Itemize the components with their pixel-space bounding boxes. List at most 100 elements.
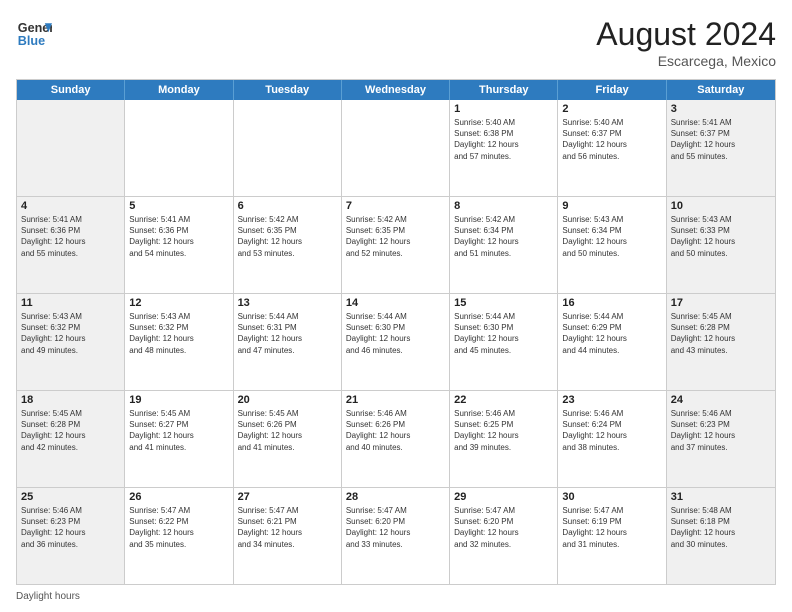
cell-info: Sunrise: 5:43 AM Sunset: 6:33 PM Dayligh… <box>671 214 771 259</box>
day-of-week-header: Monday <box>125 80 233 100</box>
cell-info: Sunrise: 5:44 AM Sunset: 6:30 PM Dayligh… <box>346 311 445 356</box>
calendar: SundayMondayTuesdayWednesdayThursdayFrid… <box>16 79 776 585</box>
cell-info: Sunrise: 5:42 AM Sunset: 6:35 PM Dayligh… <box>238 214 337 259</box>
calendar-week-row: 1 Sunrise: 5:40 AM Sunset: 6:38 PM Daylig… <box>17 100 775 196</box>
day-number: 3 <box>671 103 771 115</box>
cell-info: Sunrise: 5:46 AM Sunset: 6:23 PM Dayligh… <box>21 505 120 550</box>
calendar-cell: 22Sunrise: 5:46 AM Sunset: 6:25 PM Dayli… <box>450 391 558 487</box>
calendar-cell: 8 Sunrise: 5:42 AM Sunset: 6:34 PM Daylig… <box>450 197 558 293</box>
day-number: 18 <box>21 394 120 406</box>
calendar-week-row: 25Sunrise: 5:46 AM Sunset: 6:23 PM Dayli… <box>17 487 775 584</box>
calendar-cell: 17Sunrise: 5:45 AM Sunset: 6:28 PM Dayli… <box>667 294 775 390</box>
cell-info: Sunrise: 5:41 AM Sunset: 6:37 PM Dayligh… <box>671 117 771 162</box>
calendar-cell: 30 Sunrise: 5:47 AM Sunset: 6:19 PM Dayli… <box>558 488 666 584</box>
day-number: 28 <box>346 491 445 503</box>
calendar-cell: 19 Sunrise: 5:45 AM Sunset: 6:27 PM Dayli… <box>125 391 233 487</box>
cell-info: Sunrise: 5:48 AM Sunset: 6:18 PM Dayligh… <box>671 505 771 550</box>
calendar-cell <box>342 100 450 196</box>
cell-info: Sunrise: 5:40 AM Sunset: 6:37 PM Dayligh… <box>562 117 661 162</box>
cell-info: Sunrise: 5:46 AM Sunset: 6:26 PM Dayligh… <box>346 408 445 453</box>
day-number: 26 <box>129 491 228 503</box>
calendar-cell: 12Sunrise: 5:43 AM Sunset: 6:32 PM Dayli… <box>125 294 233 390</box>
day-number: 14 <box>346 297 445 309</box>
day-of-week-header: Friday <box>558 80 666 100</box>
cell-info: Sunrise: 5:45 AM Sunset: 6:26 PM Dayligh… <box>238 408 337 453</box>
cell-info: Sunrise: 5:43 AM Sunset: 6:34 PM Dayligh… <box>562 214 661 259</box>
cell-info: Sunrise: 5:42 AM Sunset: 6:34 PM Dayligh… <box>454 214 553 259</box>
cell-info: Sunrise: 5:44 AM Sunset: 6:30 PM Dayligh… <box>454 311 553 356</box>
calendar-cell: 3 Sunrise: 5:41 AM Sunset: 6:37 PM Daylig… <box>667 100 775 196</box>
day-number: 21 <box>346 394 445 406</box>
cell-info: Sunrise: 5:47 AM Sunset: 6:20 PM Dayligh… <box>346 505 445 550</box>
calendar-cell: 15 Sunrise: 5:44 AM Sunset: 6:30 PM Dayli… <box>450 294 558 390</box>
day-number: 30 <box>562 491 661 503</box>
day-number: 5 <box>129 200 228 212</box>
day-number: 20 <box>238 394 337 406</box>
cell-info: Sunrise: 5:42 AM Sunset: 6:35 PM Dayligh… <box>346 214 445 259</box>
cell-info: Sunrise: 5:47 AM Sunset: 6:19 PM Dayligh… <box>562 505 661 550</box>
day-number: 8 <box>454 200 553 212</box>
cell-info: Sunrise: 5:47 AM Sunset: 6:20 PM Dayligh… <box>454 505 553 550</box>
calendar-week-row: 11Sunrise: 5:43 AM Sunset: 6:32 PM Dayli… <box>17 293 775 390</box>
calendar-cell: 11Sunrise: 5:43 AM Sunset: 6:32 PM Dayli… <box>17 294 125 390</box>
calendar-cell: 2 Sunrise: 5:40 AM Sunset: 6:37 PM Daylig… <box>558 100 666 196</box>
day-number: 1 <box>454 103 553 115</box>
calendar-cell: 6 Sunrise: 5:42 AM Sunset: 6:35 PM Daylig… <box>234 197 342 293</box>
day-number: 4 <box>21 200 120 212</box>
calendar-cell: 14 Sunrise: 5:44 AM Sunset: 6:30 PM Dayli… <box>342 294 450 390</box>
calendar-cell: 23Sunrise: 5:46 AM Sunset: 6:24 PM Dayli… <box>558 391 666 487</box>
day-number: 12 <box>129 297 228 309</box>
page: General Blue August 2024 Escarcega, Mexi… <box>0 0 792 612</box>
cell-info: Sunrise: 5:41 AM Sunset: 6:36 PM Dayligh… <box>129 214 228 259</box>
calendar-body: 1 Sunrise: 5:40 AM Sunset: 6:38 PM Daylig… <box>17 100 775 584</box>
calendar-cell: 25Sunrise: 5:46 AM Sunset: 6:23 PM Dayli… <box>17 488 125 584</box>
calendar-cell: 18Sunrise: 5:45 AM Sunset: 6:28 PM Dayli… <box>17 391 125 487</box>
calendar-cell: 4 Sunrise: 5:41 AM Sunset: 6:36 PM Daylig… <box>17 197 125 293</box>
calendar-cell <box>234 100 342 196</box>
day-of-week-header: Thursday <box>450 80 558 100</box>
calendar-cell: 26 Sunrise: 5:47 AM Sunset: 6:22 PM Dayli… <box>125 488 233 584</box>
day-number: 13 <box>238 297 337 309</box>
calendar-cell: 29 Sunrise: 5:47 AM Sunset: 6:20 PM Dayli… <box>450 488 558 584</box>
calendar-cell: 5 Sunrise: 5:41 AM Sunset: 6:36 PM Daylig… <box>125 197 233 293</box>
day-number: 15 <box>454 297 553 309</box>
calendar-cell: 20 Sunrise: 5:45 AM Sunset: 6:26 PM Dayli… <box>234 391 342 487</box>
calendar-cell: 31 Sunrise: 5:48 AM Sunset: 6:18 PM Dayli… <box>667 488 775 584</box>
logo: General Blue <box>16 16 52 52</box>
calendar-cell <box>17 100 125 196</box>
cell-info: Sunrise: 5:46 AM Sunset: 6:23 PM Dayligh… <box>671 408 771 453</box>
day-number: 27 <box>238 491 337 503</box>
calendar-cell: 27Sunrise: 5:47 AM Sunset: 6:21 PM Dayli… <box>234 488 342 584</box>
month-year-title: August 2024 <box>596 16 776 53</box>
calendar-cell: 7Sunrise: 5:42 AM Sunset: 6:35 PM Daylig… <box>342 197 450 293</box>
calendar-cell <box>125 100 233 196</box>
calendar-week-row: 18Sunrise: 5:45 AM Sunset: 6:28 PM Dayli… <box>17 390 775 487</box>
header: General Blue August 2024 Escarcega, Mexi… <box>16 16 776 69</box>
calendar-week-row: 4 Sunrise: 5:41 AM Sunset: 6:36 PM Daylig… <box>17 196 775 293</box>
day-number: 31 <box>671 491 771 503</box>
cell-info: Sunrise: 5:43 AM Sunset: 6:32 PM Dayligh… <box>21 311 120 356</box>
day-number: 2 <box>562 103 661 115</box>
cell-info: Sunrise: 5:46 AM Sunset: 6:24 PM Dayligh… <box>562 408 661 453</box>
calendar-cell: 9Sunrise: 5:43 AM Sunset: 6:34 PM Daylig… <box>558 197 666 293</box>
cell-info: Sunrise: 5:45 AM Sunset: 6:27 PM Dayligh… <box>129 408 228 453</box>
day-number: 17 <box>671 297 771 309</box>
calendar-cell: 16Sunrise: 5:44 AM Sunset: 6:29 PM Dayli… <box>558 294 666 390</box>
cell-info: Sunrise: 5:47 AM Sunset: 6:22 PM Dayligh… <box>129 505 228 550</box>
day-number: 19 <box>129 394 228 406</box>
day-of-week-header: Saturday <box>667 80 775 100</box>
cell-info: Sunrise: 5:40 AM Sunset: 6:38 PM Dayligh… <box>454 117 553 162</box>
daylight-hours-label: Daylight hours <box>16 591 80 602</box>
day-of-week-header: Wednesday <box>342 80 450 100</box>
calendar-cell: 13 Sunrise: 5:44 AM Sunset: 6:31 PM Dayli… <box>234 294 342 390</box>
cell-info: Sunrise: 5:44 AM Sunset: 6:29 PM Dayligh… <box>562 311 661 356</box>
title-block: August 2024 Escarcega, Mexico <box>596 16 776 69</box>
day-number: 6 <box>238 200 337 212</box>
day-number: 29 <box>454 491 553 503</box>
calendar-cell: 10Sunrise: 5:43 AM Sunset: 6:33 PM Dayli… <box>667 197 775 293</box>
footer: Daylight hours <box>16 591 776 602</box>
cell-info: Sunrise: 5:41 AM Sunset: 6:36 PM Dayligh… <box>21 214 120 259</box>
cell-info: Sunrise: 5:44 AM Sunset: 6:31 PM Dayligh… <box>238 311 337 356</box>
cell-info: Sunrise: 5:46 AM Sunset: 6:25 PM Dayligh… <box>454 408 553 453</box>
day-of-week-header: Tuesday <box>234 80 342 100</box>
